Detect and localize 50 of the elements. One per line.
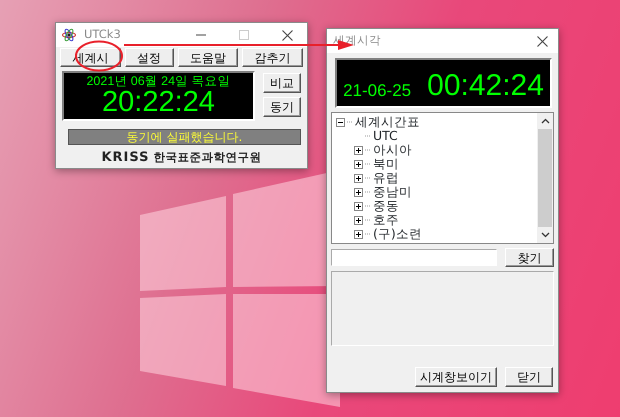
tree-item[interactable]: UTC: [373, 129, 398, 143]
collapse-icon[interactable]: [336, 118, 345, 126]
maximize-icon: [239, 30, 249, 40]
logo-text: KRISS: [101, 149, 150, 167]
tree-line: [365, 149, 371, 151]
scrollbar[interactable]: [537, 113, 553, 243]
tree-line: [365, 135, 371, 137]
tree-item[interactable]: 세계시간표: [355, 115, 420, 129]
tree-line: [365, 219, 371, 221]
toolbar-button[interactable]: 도움말: [178, 48, 238, 67]
scroll-down-icon[interactable]: [540, 232, 550, 238]
atom-icon: [62, 28, 76, 42]
status-message: 동기에 실패했습니다.: [68, 129, 301, 145]
expand-icon[interactable]: [354, 202, 363, 210]
tree-item[interactable]: 호주: [373, 213, 399, 227]
expand-icon[interactable]: [354, 160, 363, 168]
scroll-up-icon[interactable]: [540, 118, 550, 124]
time-text: 20:22:24: [102, 88, 215, 117]
tree-item[interactable]: 중동: [373, 199, 399, 213]
close-icon[interactable]: [537, 36, 548, 46]
tree-line: [365, 191, 371, 193]
date-text: 2021년 06월 24일 목요일: [86, 74, 231, 88]
side-button[interactable]: 비교: [263, 73, 301, 93]
tree-line: [365, 205, 371, 207]
window-title: UTCk3: [84, 26, 121, 44]
tree-item[interactable]: 중남미: [373, 185, 412, 199]
tree-item[interactable]: 북미: [373, 157, 399, 171]
tree-line: [347, 121, 353, 123]
side-button[interactable]: 동기: [263, 97, 301, 117]
expand-icon[interactable]: [354, 230, 363, 238]
expand-icon[interactable]: [354, 216, 363, 224]
close-icon[interactable]: [282, 30, 293, 40]
tree-item[interactable]: (구)소련: [373, 227, 422, 241]
expand-icon[interactable]: [354, 146, 363, 154]
dialog-button[interactable]: 닫기: [505, 367, 553, 387]
toolbar-button[interactable]: 설정: [124, 48, 174, 67]
search-field[interactable]: [331, 249, 498, 266]
date-text: 21-06-25: [343, 80, 412, 102]
tree-line: [365, 177, 371, 179]
expand-icon[interactable]: [354, 188, 363, 196]
time-text: 00:42:24: [427, 70, 544, 102]
toolbar-button[interactable]: 감추기: [242, 48, 303, 67]
dialog-button[interactable]: 시계창보이기: [415, 367, 497, 387]
expand-icon[interactable]: [354, 174, 363, 182]
tree-line: [365, 163, 371, 165]
search-button[interactable]: 찾기: [505, 248, 554, 267]
tree-line: [365, 233, 371, 235]
tree-item[interactable]: 아시아: [373, 143, 412, 157]
institute-name: 한국표준과학연구원: [154, 149, 262, 166]
tree-item[interactable]: 유럽: [373, 171, 399, 185]
